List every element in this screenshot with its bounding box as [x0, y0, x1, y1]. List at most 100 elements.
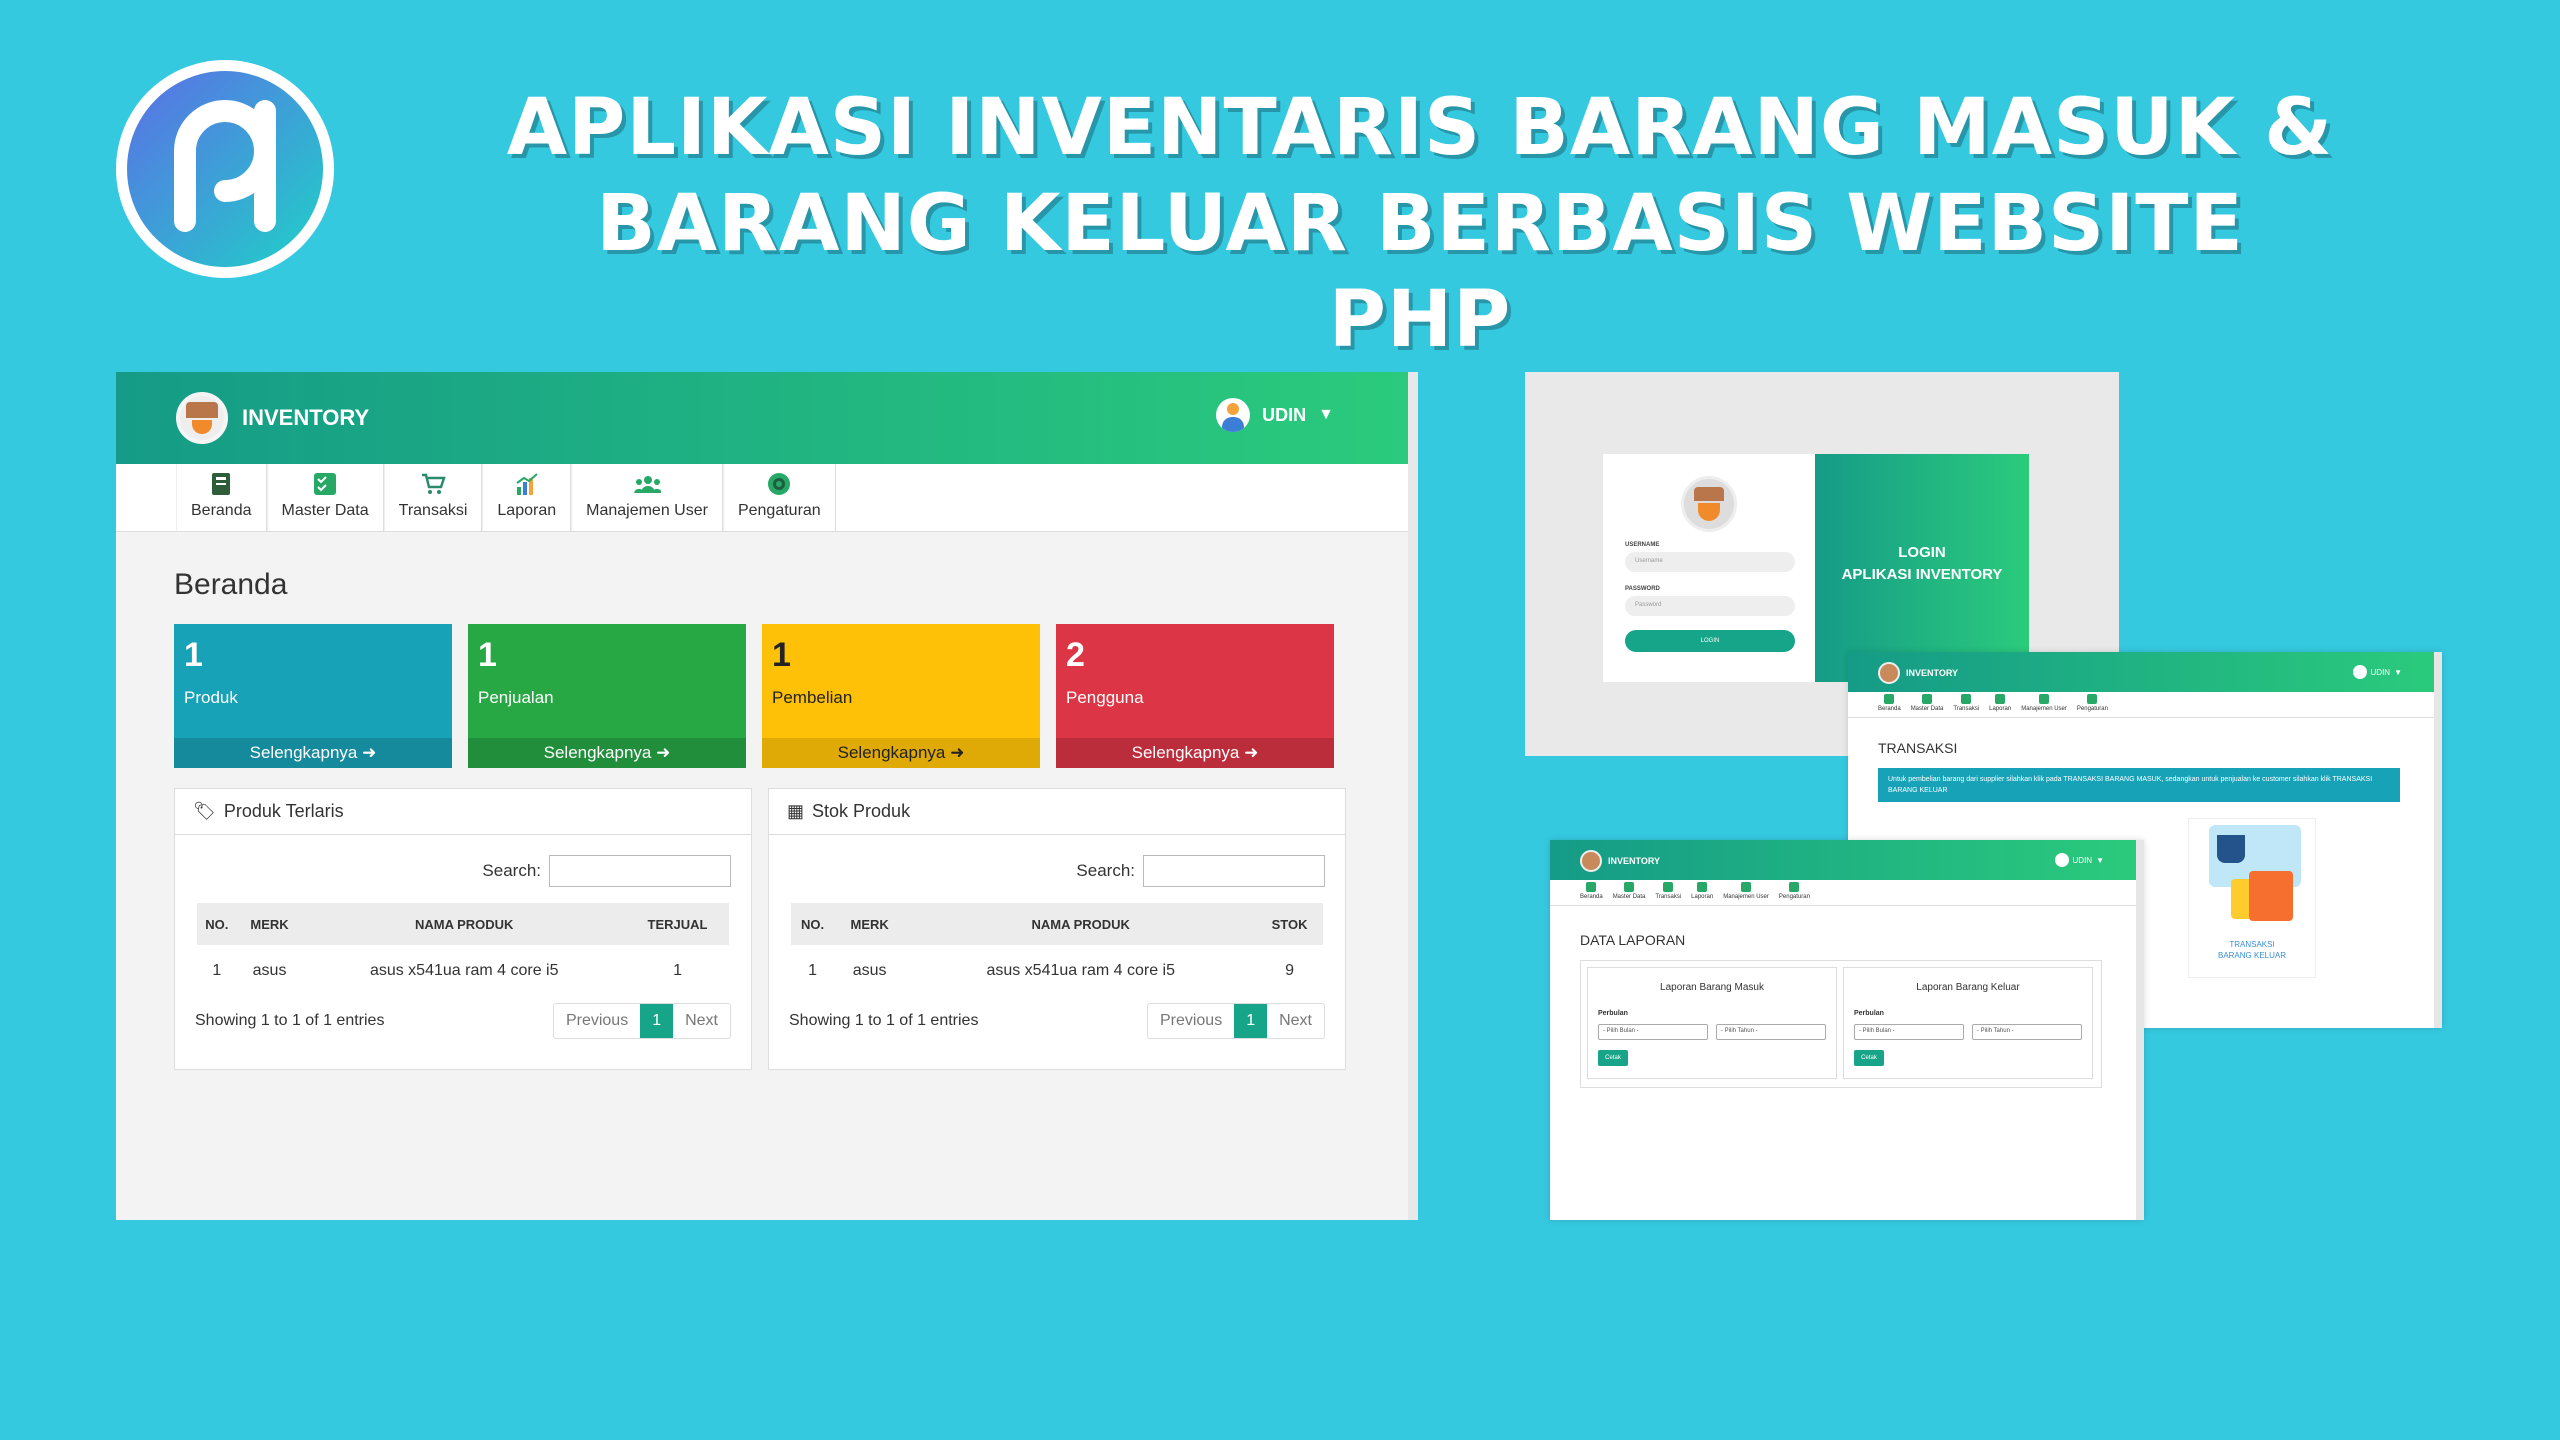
summary-cards: 1 Produk Selengkapnya ➜ 1 Penjualan Sele…	[174, 624, 1360, 768]
col-header[interactable]: MERK	[834, 903, 906, 945]
table-header-row: NO. MERK NAMA PRODUK STOK	[791, 903, 1323, 945]
pagination: Previous 1 Next	[1146, 1003, 1325, 1039]
table-row: 1 asus asus x541ua ram 4 core i5 9	[791, 945, 1323, 997]
print-button[interactable]: Cetak	[1598, 1050, 1628, 1066]
card-caption-line-1: TRANSAKSI	[2229, 940, 2275, 949]
period-label: Perbulan	[1854, 1010, 1884, 1017]
nav-label: Manajemen User	[586, 502, 708, 519]
card-label: Pembelian	[772, 688, 853, 707]
chart-icon	[513, 470, 541, 498]
main-nav: Beranda Master Data Transaksi Laporan Ma…	[1550, 880, 2144, 906]
page-button[interactable]: 1	[640, 1004, 674, 1038]
avatar	[2352, 665, 2367, 679]
nav-item-beranda[interactable]: Beranda	[1878, 692, 1901, 717]
user-menu[interactable]: UDIN ▼	[2352, 665, 2402, 679]
nav-item-manajemen-user[interactable]: Manajemen User	[571, 464, 723, 531]
login-form: USERNAME Username PASSWORD Password LOGI…	[1603, 454, 1815, 682]
search-input[interactable]	[1143, 855, 1325, 887]
card-pengguna: 2 Pengguna Selengkapnya ➜	[1056, 624, 1334, 768]
arrow-right-icon: ➜	[950, 743, 965, 762]
page-title: Beranda	[174, 568, 288, 601]
print-button[interactable]: Cetak	[1854, 1050, 1884, 1066]
scrollbar[interactable]	[2136, 840, 2144, 1220]
avatar	[2054, 853, 2069, 867]
scrollbar[interactable]	[1408, 372, 1418, 1220]
prev-button[interactable]: Previous	[1148, 1004, 1234, 1038]
nav-item-master-data[interactable]: Master Data	[1911, 692, 1943, 717]
nav-item-beranda[interactable]: Beranda	[176, 464, 267, 531]
card-label: Pengguna	[1066, 688, 1144, 707]
app-header: INVENTORY UDIN ▼	[1550, 840, 2144, 880]
nav-item-transaksi[interactable]: Transaksi	[1655, 880, 1681, 905]
nav-item-beranda[interactable]: Beranda	[1580, 880, 1603, 905]
login-banner: LOGIN APLIKASI INVENTORY	[1815, 454, 2029, 682]
panel-produk-terlaris: 🏷 Produk Terlaris Search: NO. MERK NAMA …	[174, 788, 752, 1070]
nav-item-laporan[interactable]: Laporan	[1691, 880, 1713, 905]
col-header[interactable]: MERK	[236, 903, 303, 945]
nav-item-manajemen-user[interactable]: Manajemen User	[1723, 880, 1769, 905]
transaksi-keluar-card[interactable]: TRANSAKSI BARANG KELUAR	[2188, 818, 2316, 978]
headline-line-2: BARANG KELUAR BERBASIS WEBSITE PHP	[596, 179, 2244, 365]
search-input[interactable]	[549, 855, 731, 887]
tags-icon: 🏷	[193, 801, 216, 821]
col-header[interactable]: TERJUAL	[626, 903, 729, 945]
data-table: NO. MERK NAMA PRODUK STOK 1 asus asus x5…	[791, 903, 1323, 997]
table-cell: 1	[808, 962, 817, 979]
nav-item-master-data[interactable]: Master Data	[266, 464, 384, 531]
col-header[interactable]: STOK	[1256, 903, 1323, 945]
app-brand[interactable]: INVENTORY	[1580, 850, 1660, 872]
page-button[interactable]: 1	[1234, 1004, 1268, 1038]
user-menu[interactable]: UDIN ▼	[1216, 398, 1334, 432]
col-header[interactable]: NO.	[791, 903, 835, 945]
report-masuk-card: Laporan Barang Masuk Perbulan - Pilih Bu…	[1587, 967, 1837, 1079]
username-label: USERNAME	[1625, 542, 1660, 548]
next-button[interactable]: Next	[673, 1004, 730, 1038]
cart-icon	[419, 470, 447, 498]
password-field[interactable]: Password	[1625, 596, 1795, 616]
card-more-link[interactable]: Selengkapnya ➜	[174, 738, 452, 768]
nav-item-transaksi[interactable]: Transaksi	[1953, 692, 1979, 717]
nav-item-pengaturan[interactable]: Pengaturan	[722, 464, 836, 531]
card-more-link[interactable]: Selengkapnya ➜	[762, 738, 1040, 768]
table-footer: Showing 1 to 1 of 1 entries Previous 1 N…	[769, 997, 1345, 1039]
col-header[interactable]: NAMA PRODUK	[302, 903, 627, 945]
report-title: Laporan Barang Keluar	[1916, 982, 2020, 993]
nav-item-master-data[interactable]: Master Data	[1613, 880, 1645, 905]
login-button[interactable]: LOGIN	[1625, 630, 1795, 652]
card-count: 1	[478, 636, 497, 674]
login-banner-subtitle: APLIKASI INVENTORY	[1841, 566, 2003, 583]
username-field[interactable]: Username	[1625, 552, 1795, 572]
chevron-down-icon: ▼	[1318, 406, 1334, 423]
nav-item-manajemen-user[interactable]: Manajemen User	[2021, 692, 2067, 717]
col-header[interactable]: NAMA PRODUK	[905, 903, 1257, 945]
nav-item-pengaturan[interactable]: Pengaturan	[2077, 692, 2108, 717]
table-cell: asus x541ua ram 4 core i5	[986, 962, 1175, 979]
brand-name: INVENTORY	[1906, 668, 1959, 678]
card-more-link[interactable]: Selengkapnya ➜	[1056, 738, 1334, 768]
pagination: Previous 1 Next	[552, 1003, 731, 1039]
nav-item-pengaturan[interactable]: Pengaturan	[1779, 880, 1810, 905]
month-select[interactable]: - Pilih Bulan -	[1854, 1024, 1964, 1040]
scrollbar[interactable]	[2434, 652, 2442, 1028]
app-header: INVENTORY UDIN ▼	[1848, 652, 2442, 692]
year-select[interactable]: - Pilih Tahun -	[1972, 1024, 2082, 1040]
user-menu[interactable]: UDIN ▼	[2054, 853, 2104, 867]
next-button[interactable]: Next	[1267, 1004, 1324, 1038]
store-icon	[1681, 476, 1737, 532]
store-icon	[176, 392, 228, 444]
prev-button[interactable]: Previous	[554, 1004, 640, 1038]
app-brand[interactable]: INVENTORY	[176, 392, 369, 444]
card-more-link[interactable]: Selengkapnya ➜	[468, 738, 746, 768]
page-body: Beranda 1 Produk Selengkapnya ➜ 1 Penjua…	[116, 532, 1418, 1106]
col-header[interactable]: NO.	[197, 903, 237, 945]
nav-item-laporan[interactable]: Laporan	[482, 464, 572, 531]
nav-item-laporan[interactable]: Laporan	[1989, 692, 2011, 717]
users-icon	[633, 470, 662, 498]
brand-name: INVENTORY	[1608, 856, 1661, 866]
app-brand[interactable]: INVENTORY	[1878, 662, 1958, 684]
more-link-label: Selengkapnya	[1131, 743, 1240, 762]
month-select[interactable]: - Pilih Bulan -	[1598, 1024, 1708, 1040]
panels: 🏷 Produk Terlaris Search: NO. MERK NAMA …	[174, 788, 1360, 1070]
year-select[interactable]: - Pilih Tahun -	[1716, 1024, 1826, 1040]
nav-item-transaksi[interactable]: Transaksi	[383, 464, 483, 531]
